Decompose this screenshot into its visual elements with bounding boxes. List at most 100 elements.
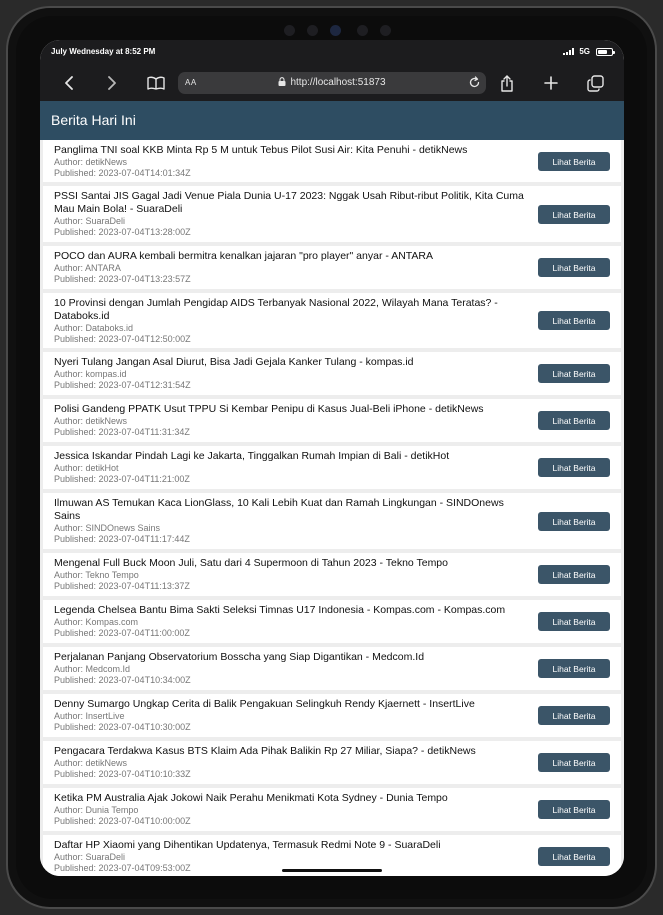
news-published: Published: 2023-07-04T10:30:00Z: [54, 722, 191, 732]
view-news-button[interactable]: Lihat Berita: [538, 706, 610, 725]
news-item: 10 Provinsi dengan Jumlah Pengidap AIDS …: [43, 293, 621, 348]
book-icon: [147, 76, 165, 90]
view-news-button[interactable]: Lihat Berita: [538, 364, 610, 383]
news-title: Ketika PM Australia Ajak Jokowi Naik Per…: [54, 792, 448, 804]
url-text: http://localhost:51873: [290, 77, 386, 88]
news-title: Denny Sumargo Ungkap Cerita di Balik Pen…: [54, 698, 475, 710]
news-item-body: Ketika PM Australia Ajak Jokowi Naik Per…: [54, 792, 524, 827]
news-title: Nyeri Tulang Jangan Asal Diurut, Bisa Ja…: [54, 356, 414, 368]
share-icon: [501, 74, 513, 92]
news-author: Author: Dunia Tempo: [54, 805, 139, 815]
news-published: Published: 2023-07-04T13:23:57Z: [54, 274, 191, 284]
news-title: Ilmuwan AS Temukan Kaca LionGlass, 10 Ka…: [54, 497, 504, 522]
news-list: Panglima TNI soal KKB Minta Rp 5 M untuk…: [40, 140, 624, 876]
news-item-body: Perjalanan Panjang Observatorium Bosscha…: [54, 651, 524, 686]
home-indicator[interactable]: [282, 869, 382, 872]
view-news-button[interactable]: Lihat Berita: [538, 753, 610, 772]
news-item: Denny Sumargo Ungkap Cerita di Balik Pen…: [43, 694, 621, 737]
view-news-button[interactable]: Lihat Berita: [538, 800, 610, 819]
chevron-right-icon: [108, 76, 116, 90]
news-published: Published: 2023-07-04T11:31:34Z: [54, 427, 190, 437]
news-item-body: Polisi Gandeng PPATK Usut TPPU Si Kembar…: [54, 403, 524, 438]
news-item-body: Legenda Chelsea Bantu Bima Sakti Seleksi…: [54, 604, 524, 639]
news-published: Published: 2023-07-04T10:00:00Z: [54, 816, 191, 826]
back-button[interactable]: [55, 71, 83, 95]
news-author: Author: detikNews: [54, 416, 128, 426]
news-author: Author: Tekno Tempo: [54, 570, 139, 580]
view-news-button[interactable]: Lihat Berita: [538, 411, 610, 430]
news-published: Published: 2023-07-04T12:31:54Z: [54, 380, 191, 390]
news-item: Perjalanan Panjang Observatorium Bosscha…: [43, 647, 621, 690]
news-title: Daftar HP Xiaomi yang Dihentikan Updaten…: [54, 839, 441, 851]
tabs-icon: [586, 74, 604, 92]
status-indicators: 5G: [563, 47, 615, 56]
news-author: Author: detikHot: [54, 463, 119, 473]
reload-button[interactable]: [467, 75, 482, 90]
view-news-button[interactable]: Lihat Berita: [538, 258, 610, 277]
news-item: Jessica Iskandar Pindah Lagi ke Jakarta,…: [43, 446, 621, 489]
news-item: PSSI Santai JIS Gagal Jadi Venue Piala D…: [43, 186, 621, 242]
view-news-button[interactable]: Lihat Berita: [538, 612, 610, 631]
news-item-body: Mengenal Full Buck Moon Juli, Satu dari …: [54, 557, 524, 592]
reload-icon: [469, 76, 480, 88]
news-item-body: POCO dan AURA kembali bermitra kenalkan …: [54, 250, 524, 285]
view-news-button[interactable]: Lihat Berita: [538, 458, 610, 477]
bookmarks-button[interactable]: [142, 71, 170, 95]
screen: July Wednesday at 8:52 PM 5G AA http://l…: [40, 40, 624, 876]
news-author: Author: ANTARA: [54, 263, 121, 273]
news-author: Author: detikNews: [54, 758, 128, 768]
address-bar[interactable]: AA http://localhost:51873: [178, 72, 486, 94]
news-item-body: Nyeri Tulang Jangan Asal Diurut, Bisa Ja…: [54, 356, 524, 391]
news-published: Published: 2023-07-04T11:13:37Z: [54, 581, 190, 591]
news-item: POCO dan AURA kembali bermitra kenalkan …: [43, 246, 621, 289]
camera-lens: [330, 25, 341, 36]
view-news-button[interactable]: Lihat Berita: [538, 847, 610, 866]
news-title: Perjalanan Panjang Observatorium Bosscha…: [54, 651, 425, 663]
news-item: Legenda Chelsea Bantu Bima Sakti Seleksi…: [43, 600, 621, 643]
sensor-dot: [307, 25, 318, 36]
forward-button[interactable]: [98, 71, 126, 95]
news-title: Mengenal Full Buck Moon Juli, Satu dari …: [54, 557, 448, 569]
view-news-button[interactable]: Lihat Berita: [538, 659, 610, 678]
news-item: Ketika PM Australia Ajak Jokowi Naik Per…: [43, 788, 621, 831]
view-news-button[interactable]: Lihat Berita: [538, 311, 610, 330]
news-title: Polisi Gandeng PPATK Usut TPPU Si Kembar…: [54, 403, 484, 415]
chevron-left-icon: [65, 76, 73, 90]
news-item-body: 10 Provinsi dengan Jumlah Pengidap AIDS …: [54, 297, 524, 345]
view-news-button[interactable]: Lihat Berita: [538, 565, 610, 584]
news-item: Mengenal Full Buck Moon Juli, Satu dari …: [43, 553, 621, 596]
news-item: Ilmuwan AS Temukan Kaca LionGlass, 10 Ka…: [43, 493, 621, 549]
news-item: Pengacara Terdakwa Kasus BTS Klaim Ada P…: [43, 741, 621, 784]
news-author: Author: Medcom.Id: [54, 664, 131, 674]
news-published: Published: 2023-07-04T13:28:00Z: [54, 227, 191, 237]
news-item-body: Jessica Iskandar Pindah Lagi ke Jakarta,…: [54, 450, 524, 485]
news-title: Panglima TNI soal KKB Minta Rp 5 M untuk…: [54, 144, 468, 156]
news-title: 10 Provinsi dengan Jumlah Pengidap AIDS …: [54, 297, 498, 322]
news-published: Published: 2023-07-04T11:00:00Z: [54, 628, 190, 638]
news-author: Author: SINDOnews Sains: [54, 523, 161, 533]
news-published: Published: 2023-07-04T10:34:00Z: [54, 675, 191, 685]
news-author: Author: InsertLive: [54, 711, 125, 721]
new-tab-button[interactable]: [537, 71, 565, 95]
news-author: Author: kompas.id: [54, 369, 127, 379]
news-title: POCO dan AURA kembali bermitra kenalkan …: [54, 250, 434, 262]
news-published: Published: 2023-07-04T10:10:33Z: [54, 769, 191, 779]
news-item-body: PSSI Santai JIS Gagal Jadi Venue Piala D…: [54, 190, 524, 238]
view-news-button[interactable]: Lihat Berita: [538, 205, 610, 224]
sensor-dot: [284, 25, 295, 36]
signal-icon: [563, 48, 575, 55]
news-published: Published: 2023-07-04T12:50:00Z: [54, 334, 191, 344]
news-item-body: Denny Sumargo Ungkap Cerita di Balik Pen…: [54, 698, 524, 733]
view-news-button[interactable]: Lihat Berita: [538, 512, 610, 531]
news-published: Published: 2023-07-04T14:01:34Z: [54, 168, 191, 178]
lock-icon: [278, 77, 286, 86]
news-item-body: Panglima TNI soal KKB Minta Rp 5 M untuk…: [54, 144, 524, 179]
news-author: Author: detikNews: [54, 157, 128, 167]
view-news-button[interactable]: Lihat Berita: [538, 152, 610, 171]
app-header: Berita Hari Ini: [40, 101, 624, 140]
news-author: Author: Databoks.id: [54, 323, 134, 333]
battery-icon: [596, 47, 615, 56]
news-item-body: Pengacara Terdakwa Kasus BTS Klaim Ada P…: [54, 745, 524, 780]
share-button[interactable]: [493, 71, 521, 95]
tabs-overview-button[interactable]: [581, 71, 609, 95]
